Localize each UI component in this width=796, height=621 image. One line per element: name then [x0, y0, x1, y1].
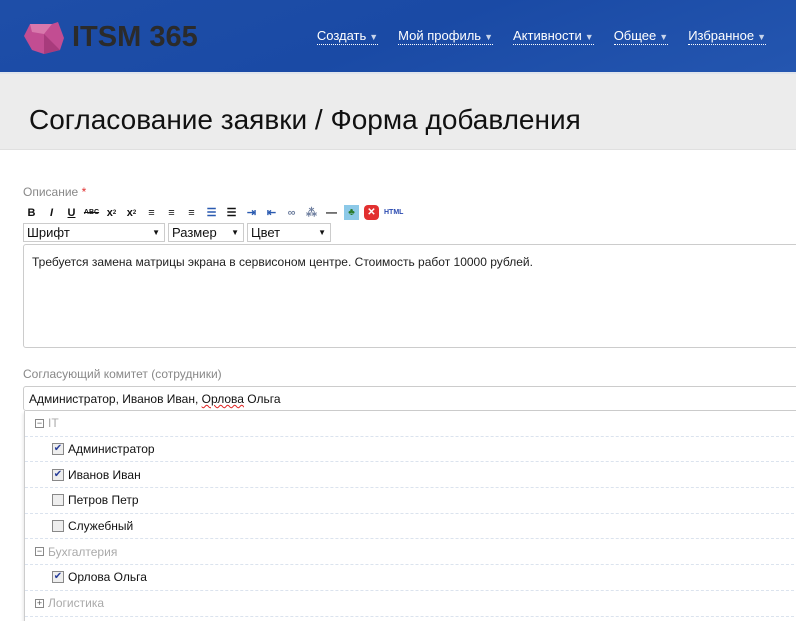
item-label: Служебный	[68, 519, 134, 534]
group-label: IT	[48, 416, 59, 431]
subscript-icon[interactable]: x2	[104, 205, 119, 220]
checkbox-unchecked[interactable]	[52, 494, 64, 507]
chevron-down-icon: ▼	[231, 228, 239, 237]
checkbox-unchecked[interactable]	[52, 520, 64, 533]
committee-input[interactable]: Администратор, Иванов Иван, Орлова Ольга	[23, 386, 796, 411]
tree-item[interactable]: Петров Петр	[25, 488, 796, 514]
color-select[interactable]: Цвет ▼	[247, 223, 331, 242]
nav-my-profile[interactable]: Мой профиль ▼	[398, 29, 493, 45]
chevron-down-icon: ▼	[659, 32, 669, 42]
logo-text: ITSM 365	[72, 20, 198, 53]
chevron-down-icon: ▼	[757, 32, 766, 42]
group-label: Логистика	[48, 596, 105, 611]
committee-label: Согласующий комитет (сотрудники)	[23, 367, 222, 381]
collapse-icon[interactable]: −	[35, 547, 44, 557]
page-title: Согласование заявки / Форма добавления	[29, 104, 581, 135]
title-band: Согласование заявки / Форма добавления	[0, 72, 796, 150]
tree-group-accounting[interactable]: − Бухгалтерия	[25, 539, 796, 566]
checkbox-checked[interactable]: ✔	[52, 571, 64, 584]
underline-icon[interactable]: U	[64, 205, 79, 220]
chevron-down-icon: ▼	[318, 228, 326, 237]
tree-item[interactable]: ✔ Администратор	[25, 437, 796, 463]
italic-icon[interactable]: I	[44, 205, 59, 220]
nav-create[interactable]: Создать ▼	[316, 28, 379, 45]
chevron-down-icon: ▼	[369, 32, 379, 42]
item-label: Петров Петр	[68, 493, 139, 508]
strikethrough-icon[interactable]: ABC	[84, 205, 99, 220]
collapse-icon[interactable]: −	[35, 418, 44, 428]
font-select[interactable]: Шрифт ▼	[23, 223, 165, 242]
image-icon[interactable]: ♣	[344, 205, 359, 220]
indent-icon[interactable]: ⇥	[244, 205, 259, 220]
chevron-down-icon: ▼	[584, 32, 594, 42]
chevron-down-icon: ▼	[152, 228, 160, 237]
nav-activities[interactable]: Активности ▼	[513, 29, 594, 45]
editor-toolbar: B I U ABC x2 x2 ≡ ≡ ≡ ☰ ☰ ⇥ ⇤ ∞ ⁂ — ♣ ✕ …	[24, 205, 403, 220]
chevron-down-icon: ▼	[484, 32, 493, 42]
superscript-icon[interactable]: x2	[124, 205, 139, 220]
top-header: ITSM 365 Создать ▼ Мой профиль ▼ Активност…	[0, 0, 796, 72]
tree-item[interactable]: ✔ Орлова Ольга	[25, 565, 796, 591]
item-label: Иванов Иван	[68, 467, 141, 482]
committee-tree-dropdown: − IT ✔ Администратор ✔ Иванов Иван Петров П…	[24, 411, 796, 621]
size-select[interactable]: Размер ▼	[168, 223, 244, 242]
horizontal-rule-icon[interactable]: —	[324, 205, 339, 220]
link-icon[interactable]: ∞	[284, 205, 299, 220]
ordered-list-icon[interactable]: ☰	[204, 205, 219, 220]
logo[interactable]: ITSM 365	[22, 20, 198, 54]
description-label: Описание *	[23, 185, 86, 199]
description-editor[interactable]: Требуется замена матрицы экрана в сервис…	[23, 244, 796, 348]
nav-label: Общее	[613, 28, 657, 43]
value-text: Орлова	[201, 392, 244, 406]
remove-format-icon[interactable]: ✕	[364, 205, 379, 220]
align-right-icon[interactable]: ≡	[184, 205, 199, 220]
checkbox-checked[interactable]: ✔	[52, 443, 64, 456]
nav-favorites[interactable]: Избранное ▼	[688, 29, 766, 45]
group-label: Бухгалтерия	[48, 544, 118, 559]
select-value: Шрифт	[27, 225, 70, 240]
checkbox-checked[interactable]: ✔	[52, 468, 64, 481]
unlink-icon[interactable]: ⁂	[304, 205, 319, 220]
value-text: Ольга	[243, 392, 281, 406]
outdent-icon[interactable]: ⇤	[264, 205, 279, 220]
logo-icon	[24, 22, 64, 54]
align-center-icon[interactable]: ≡	[164, 205, 179, 220]
nav-label: Избранное	[688, 28, 755, 43]
tree-item[interactable]: ✔ Иванов Иван	[25, 462, 796, 489]
required-mark: *	[81, 185, 87, 199]
tree-group-logistics[interactable]: + Логистика	[25, 591, 796, 617]
value-text: Администратор, Иванов Иван,	[29, 392, 202, 406]
tree-group-it[interactable]: − IT	[25, 411, 796, 437]
nav-label: Мой профиль	[398, 28, 482, 43]
unordered-list-icon[interactable]: ☰	[224, 205, 239, 220]
tree-item[interactable]: Служебный	[25, 514, 796, 540]
nav-label: Создать	[316, 28, 367, 43]
align-left-icon[interactable]: ≡	[144, 205, 159, 220]
label-text: Описание	[23, 185, 79, 199]
select-value: Размер	[172, 225, 217, 240]
select-value: Цвет	[251, 225, 281, 240]
nav-general[interactable]: Общее ▼	[613, 28, 669, 45]
html-source-button[interactable]: HTML	[384, 205, 403, 220]
nav-label: Активности	[513, 28, 582, 43]
item-label: Орлова Ольга	[68, 570, 147, 585]
bold-icon[interactable]: B	[24, 205, 39, 220]
item-label: Администратор	[68, 442, 155, 457]
expand-icon[interactable]: +	[35, 598, 44, 608]
